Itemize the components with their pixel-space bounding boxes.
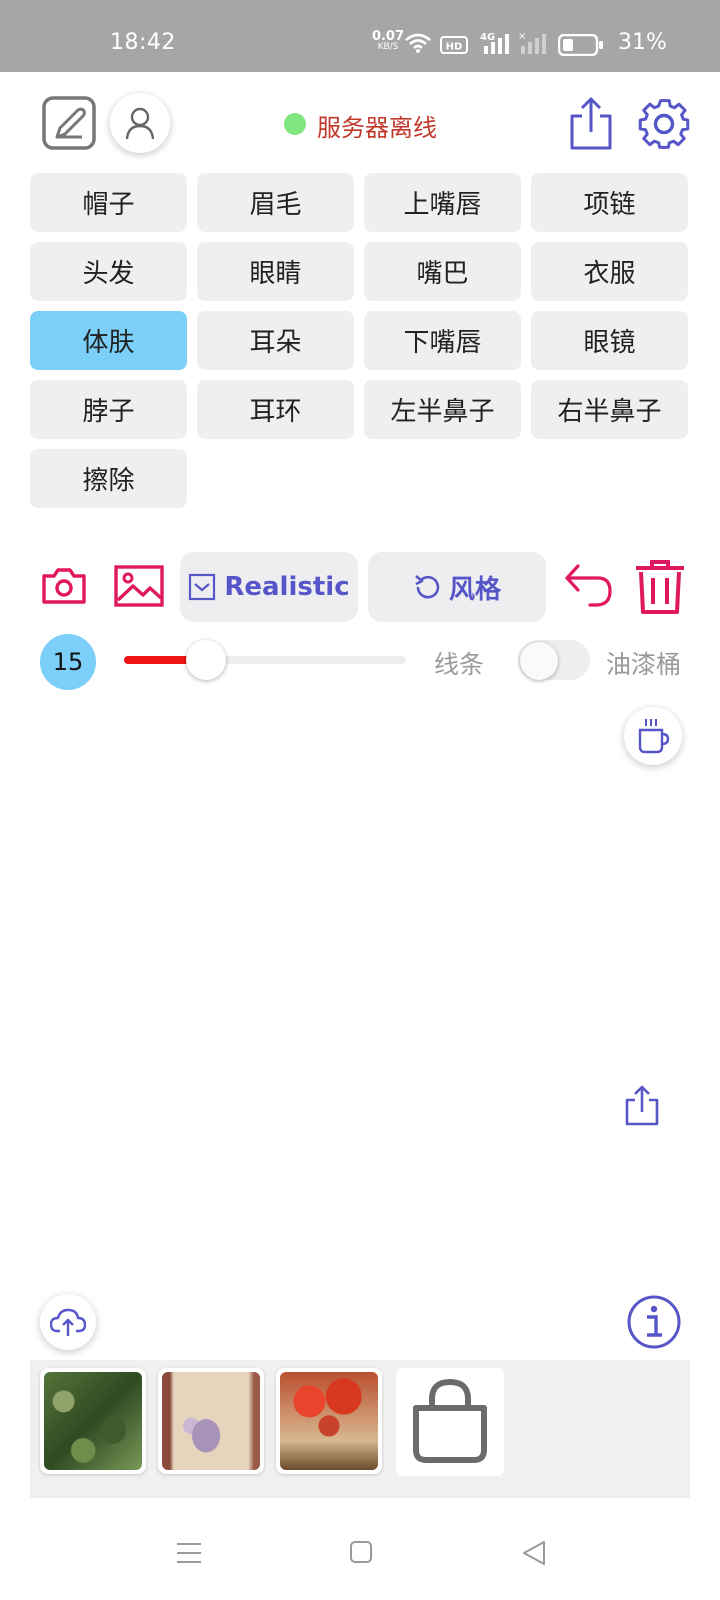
undo-icon — [565, 564, 612, 607]
4g-signal-icon: 4G — [480, 32, 509, 54]
back-icon — [523, 1541, 545, 1565]
hd-icon: HD — [440, 36, 468, 54]
info-button[interactable] — [626, 1294, 682, 1350]
shopping-bag-icon — [413, 1378, 487, 1463]
part-button[interactable]: 头发 — [30, 242, 187, 301]
share-icon — [625, 1085, 659, 1126]
status-bar: 18:42 0.07 KB/S HD 4G × 31% — [0, 0, 720, 72]
export-icon — [570, 97, 612, 150]
delete-button[interactable] — [634, 558, 686, 616]
draw-edit-button[interactable] — [42, 96, 96, 150]
part-button[interactable]: 右半鼻子 — [531, 380, 688, 439]
part-button[interactable]: 嘴巴 — [364, 242, 521, 301]
network-speed-value: 0.07 — [371, 29, 405, 44]
part-button[interactable]: 耳环 — [197, 380, 354, 439]
brush-size-indicator: 15 — [40, 634, 96, 690]
camera-button[interactable] — [40, 562, 88, 610]
battery-percent: 31% — [618, 30, 667, 55]
battery-icon — [558, 34, 603, 56]
settings-icon — [638, 99, 690, 149]
server-status-text: 服务器离线 — [317, 114, 437, 142]
part-button[interactable]: 耳朵 — [197, 311, 354, 370]
refresh-icon — [415, 575, 440, 599]
line-mode-label: 线条 — [434, 650, 485, 679]
style-button[interactable]: 风格 — [368, 552, 546, 622]
part-button[interactable]: 帽子 — [30, 173, 187, 232]
home-icon — [350, 1541, 372, 1563]
settings-button[interactable] — [636, 96, 692, 152]
part-button[interactable]: 衣服 — [531, 242, 688, 301]
share-button[interactable] — [622, 1084, 662, 1128]
coffee-icon — [638, 719, 670, 754]
wifi-icon — [405, 33, 431, 53]
svg-text:HD: HD — [446, 42, 463, 53]
svg-text:4G: 4G — [480, 32, 495, 43]
nav-home-button[interactable] — [349, 1540, 373, 1564]
gallery-icon — [114, 565, 164, 607]
cloud-upload-icon — [50, 1308, 86, 1336]
server-status-dot — [284, 113, 306, 135]
cloud-upload-button[interactable] — [40, 1294, 96, 1350]
part-button[interactable]: 眼睛 — [197, 242, 354, 301]
coffee-button[interactable] — [624, 707, 682, 765]
part-button[interactable]: 下嘴唇 — [364, 311, 521, 370]
thumbnail-1[interactable] — [40, 1368, 146, 1474]
user-icon — [125, 107, 155, 140]
part-button[interactable]: 擦除 — [30, 449, 187, 508]
paint-bucket-label: 油漆桶 — [606, 650, 682, 679]
part-button[interactable]: 脖子 — [30, 380, 187, 439]
signal-off-icon: × — [518, 31, 546, 54]
thumbnail-2[interactable] — [158, 1368, 264, 1474]
draw-edit-icon — [42, 96, 96, 150]
checkbox-icon — [189, 573, 216, 601]
trash-icon — [636, 560, 684, 614]
part-button[interactable]: 项链 — [531, 173, 688, 232]
thumbnail-3[interactable] — [276, 1368, 382, 1474]
undo-button[interactable] — [562, 560, 614, 612]
info-icon — [627, 1295, 681, 1349]
menu-icon — [177, 1543, 201, 1563]
part-button[interactable]: 体肤 — [30, 311, 187, 370]
part-button[interactable]: 左半鼻子 — [364, 380, 521, 439]
realistic-mode-button[interactable]: Realistic — [180, 552, 358, 622]
thumbnail-2-image — [162, 1372, 260, 1470]
gallery-button[interactable] — [113, 560, 165, 612]
status-time: 18:42 — [110, 30, 176, 55]
export-button[interactable] — [566, 96, 616, 152]
thumbnail-3-image — [280, 1372, 378, 1470]
user-button[interactable] — [110, 93, 170, 153]
paint-bucket-toggle-knob[interactable] — [520, 642, 558, 680]
svg-text:×: × — [518, 31, 526, 42]
part-selector-grid: 帽子 眉毛 上嘴唇 项链头发 眼睛 嘴巴 衣服体肤 耳朵 下嘴唇 眼镜脖子 耳环 左半鼻子 右半鼻子擦除 — [30, 173, 690, 508]
nav-menu-button[interactable] — [176, 1540, 202, 1566]
network-speed: 0.07 KB/S — [371, 29, 405, 53]
part-button[interactable]: 眉毛 — [197, 173, 354, 232]
part-button[interactable]: 眼镜 — [531, 311, 688, 370]
store-button[interactable] — [396, 1368, 504, 1476]
realistic-mode-label: Realistic — [224, 572, 350, 602]
camera-icon — [42, 568, 86, 604]
style-button-label: 风格 — [448, 574, 501, 605]
brush-size-slider-thumb[interactable] — [186, 640, 226, 680]
nav-back-button[interactable] — [522, 1540, 546, 1566]
thumbnail-1-image — [44, 1372, 142, 1470]
part-button[interactable]: 上嘴唇 — [364, 173, 521, 232]
